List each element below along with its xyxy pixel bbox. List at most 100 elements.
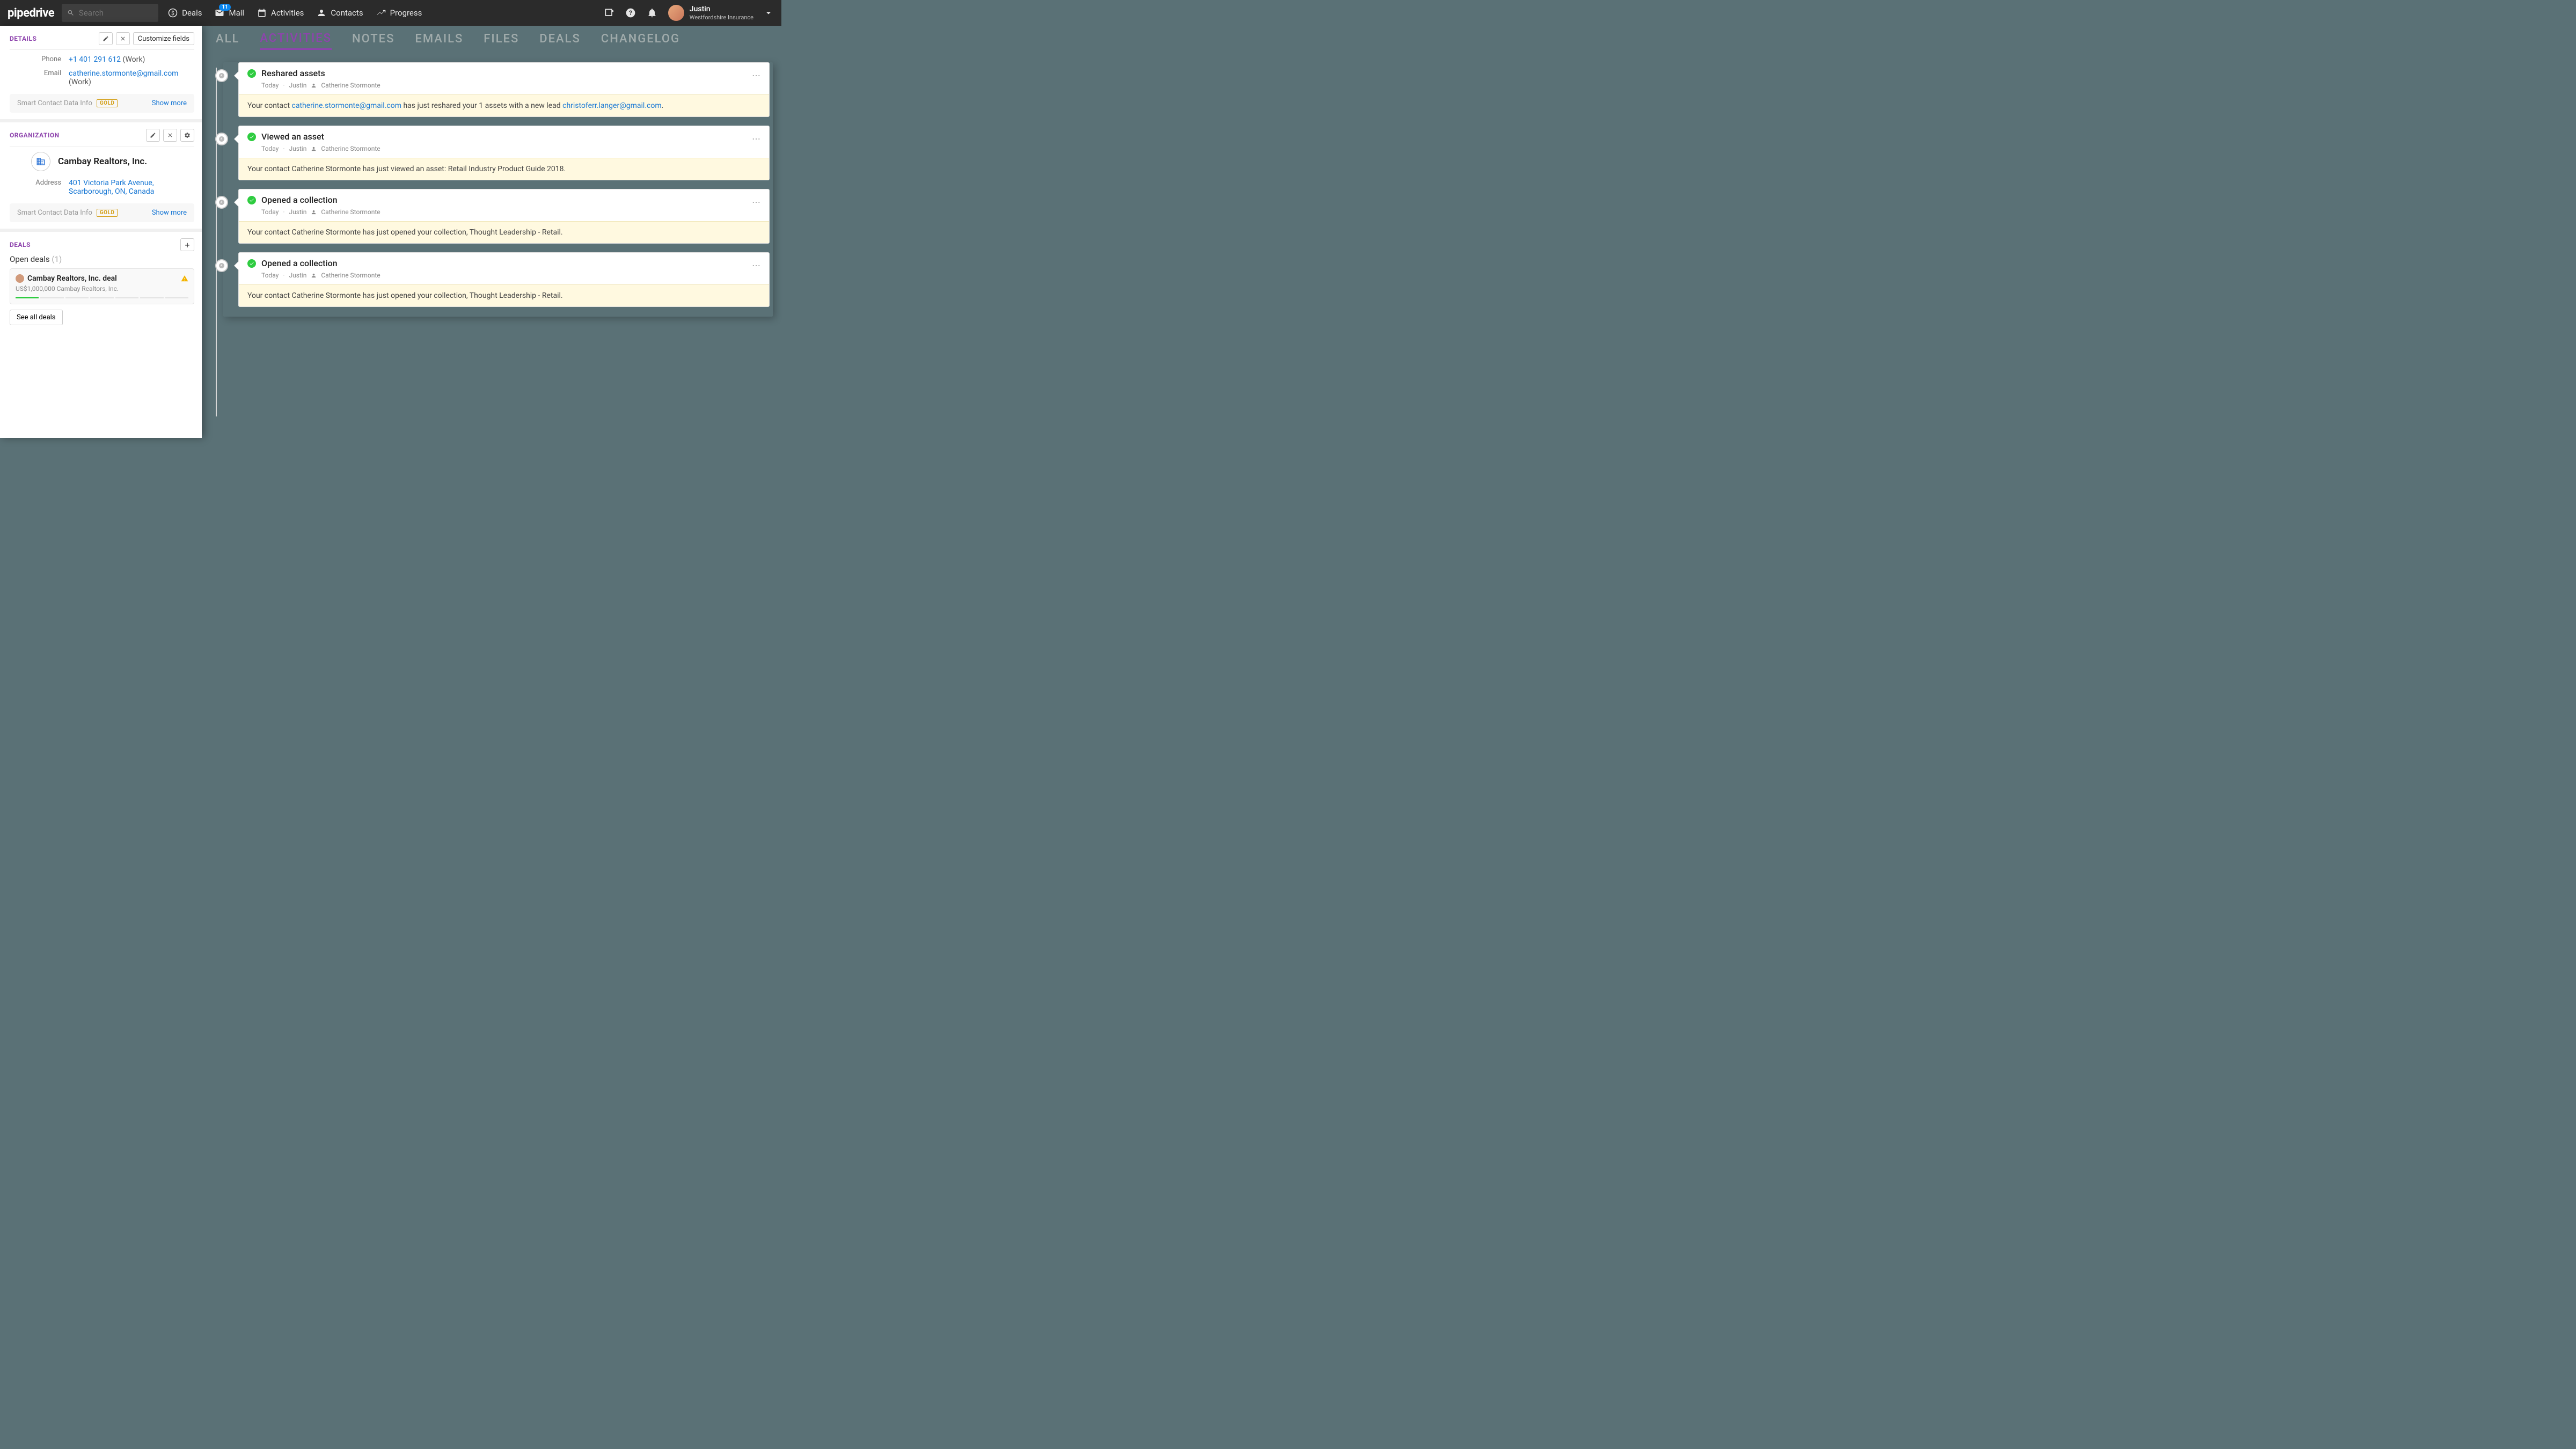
tab-deals[interactable]: DEALS: [539, 32, 581, 49]
more-icon[interactable]: ⋯: [752, 197, 762, 207]
svg-text:$: $: [171, 10, 174, 17]
smart-label: Smart Contact Data Info: [17, 99, 92, 107]
check-icon: [247, 259, 256, 268]
tab-changelog[interactable]: CHANGELOG: [601, 32, 680, 49]
activity-card: Opened a collection ⋯ Today·Justin Cathe…: [238, 189, 770, 244]
tabs: ALL ACTIVITIES NOTES EMAILS FILES DEALS …: [202, 26, 781, 56]
more-icon[interactable]: ⋯: [752, 260, 762, 270]
nav-progress[interactable]: Progress: [376, 8, 422, 18]
bell-icon[interactable]: [647, 8, 657, 18]
warning-icon: [181, 274, 188, 284]
activity-body: Your contact catherine.stormonte@gmail.c…: [239, 94, 769, 116]
smart-contact-box: Smart Contact Data Info GOLD Show more: [10, 94, 194, 113]
check-icon: [247, 133, 256, 141]
open-deals-label: Open deals (1): [10, 254, 194, 264]
see-all-deals-button[interactable]: See all deals: [10, 310, 63, 325]
phone-row: Phone +1 401 291 612 (Work): [10, 55, 194, 64]
nav-contacts[interactable]: Contacts: [317, 8, 363, 18]
phone-suffix: (Work): [123, 55, 145, 64]
tab-emails[interactable]: EMAILS: [415, 32, 463, 49]
edit-button[interactable]: [146, 129, 160, 142]
person-icon: [311, 83, 317, 89]
nav-mail[interactable]: 11 Mail: [215, 8, 244, 18]
phone-link[interactable]: +1 401 291 612: [69, 55, 121, 64]
deal-value: US$1,000,000: [16, 285, 55, 292]
help-icon[interactable]: ?: [625, 8, 636, 18]
nav-items: $ Deals 11 Mail Activities Contacts Prog…: [168, 8, 604, 18]
details-section: DETAILS Customize fields Phone +1 401 29…: [0, 26, 202, 122]
email-link[interactable]: catherine.stormonte@gmail.com: [69, 69, 178, 78]
close-icon: [167, 132, 173, 138]
show-more-link[interactable]: Show more: [152, 99, 187, 107]
phone-label: Phone: [10, 55, 69, 64]
pencil-icon: [150, 132, 156, 138]
svg-text:?: ?: [629, 9, 632, 17]
more-icon[interactable]: ⋯: [752, 70, 762, 80]
activity-meta: Today·Justin Catherine Stormonte: [239, 144, 769, 158]
activity-card: Viewed an asset ⋯ Today·Justin Catherine…: [238, 126, 770, 180]
activity-meta: Today·Justin Catherine Stormonte: [239, 80, 769, 94]
gold-badge: GOLD: [97, 209, 118, 217]
user-text: Justin Westfordshire Insurance: [690, 5, 753, 21]
activity-meta: Today·Justin Catherine Stormonte: [239, 270, 769, 284]
tab-all[interactable]: ALL: [216, 32, 239, 49]
org-row: Cambay Realtors, Inc.: [31, 152, 194, 171]
search-box[interactable]: [62, 4, 158, 22]
right-area: ALL ACTIVITIES NOTES EMAILS FILES DEALS …: [202, 26, 781, 438]
nav-deals-label: Deals: [182, 8, 202, 18]
org-title: ORGANIZATION: [10, 131, 60, 139]
tab-activities[interactable]: ACTIVITIES: [260, 32, 332, 50]
activity-title: Viewed an asset: [261, 131, 324, 142]
deal-progress: [16, 297, 188, 298]
left-panel: DETAILS Customize fields Phone +1 401 29…: [0, 26, 202, 438]
mail-badge: 11: [219, 4, 230, 11]
clock-icon: [215, 69, 228, 82]
customize-button[interactable]: Customize fields: [133, 32, 194, 45]
nav-deals[interactable]: $ Deals: [168, 8, 202, 18]
gold-badge: GOLD: [97, 99, 118, 107]
deal-card[interactable]: Cambay Realtors, Inc. deal US$1,000,000 …: [10, 268, 194, 304]
email-label: Email: [10, 69, 69, 86]
add-icon[interactable]: [604, 8, 614, 18]
activity-feed: Reshared assets ⋯ Today·Justin Catherine…: [202, 56, 781, 438]
gear-button[interactable]: [180, 129, 194, 142]
email-link[interactable]: catherine.stormonte@gmail.com: [292, 101, 401, 110]
search-input[interactable]: [79, 8, 153, 18]
tab-notes[interactable]: NOTES: [352, 32, 394, 49]
tab-files[interactable]: FILES: [484, 32, 519, 49]
more-icon[interactable]: ⋯: [752, 134, 762, 144]
activity-title: Reshared assets: [261, 68, 325, 78]
email-link[interactable]: christoferr.langer@gmail.com: [562, 101, 662, 110]
show-more-link[interactable]: Show more: [152, 209, 187, 217]
deal-org: Cambay Realtors, Inc.: [57, 285, 119, 292]
edit-button[interactable]: [99, 32, 113, 45]
person-icon: [317, 8, 326, 18]
deal-avatar: [16, 274, 24, 283]
smart-contact-box: Smart Contact Data InfoGOLD Show more: [10, 203, 194, 222]
clock-icon: [215, 259, 228, 272]
person-icon: [311, 273, 317, 279]
add-deal-button[interactable]: +: [180, 238, 194, 251]
activity-title: Opened a collection: [261, 195, 338, 205]
user-name: Justin: [690, 5, 753, 14]
close-button[interactable]: [163, 129, 177, 142]
user-menu[interactable]: Justin Westfordshire Insurance: [668, 5, 774, 21]
nav-activities[interactable]: Activities: [257, 8, 304, 18]
activity-card: Opened a collection ⋯ Today·Justin Cathe…: [238, 252, 770, 307]
top-nav: pipedrive $ Deals 11 Mail Activities Con…: [0, 0, 781, 26]
address-link[interactable]: 401 Victoria Park Avenue, Scarborough, O…: [69, 179, 154, 196]
calendar-icon: [257, 8, 267, 18]
building-icon: [31, 152, 50, 171]
avatar: [668, 5, 684, 21]
chevron-down-icon: [763, 8, 774, 18]
deal-name: Cambay Realtors, Inc. deal: [27, 274, 117, 283]
activity-card: Reshared assets ⋯ Today·Justin Catherine…: [238, 62, 770, 117]
close-button[interactable]: [116, 32, 130, 45]
pencil-icon: [103, 35, 109, 42]
brand-logo: pipedrive: [8, 6, 54, 20]
person-icon: [311, 209, 317, 215]
gear-icon: [184, 132, 191, 138]
nav-right: ? Justin Westfordshire Insurance: [604, 5, 774, 21]
org-name[interactable]: Cambay Realtors, Inc.: [58, 156, 147, 167]
clock-icon: [215, 133, 228, 145]
